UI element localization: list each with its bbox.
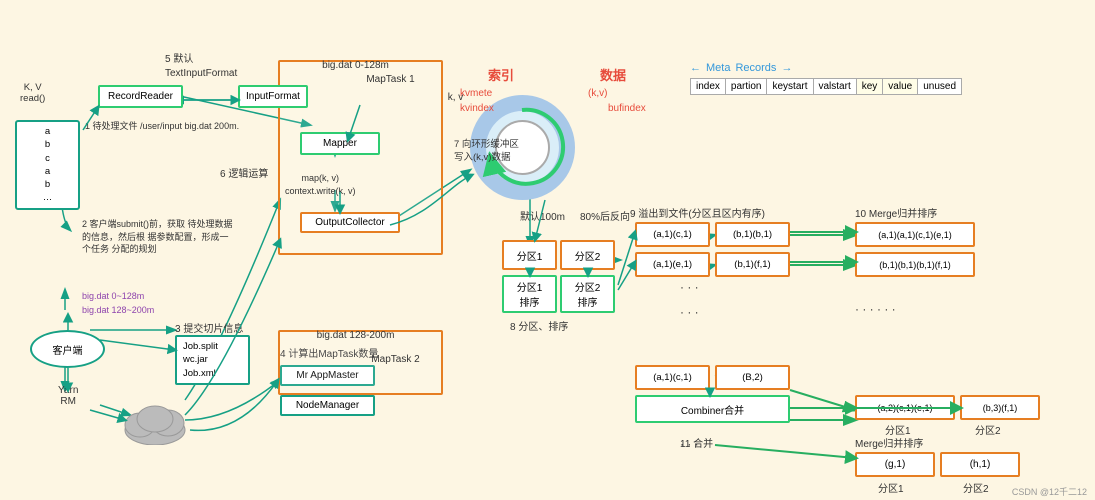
merge-res1-label: (a,1)(a,1)(c,1)(e,1) (878, 230, 952, 240)
res-a1e1-label: (a,1)(e,1) (653, 259, 692, 270)
job-files-label: Job.split wc.jar Job.xml (183, 340, 242, 380)
combiner-res1-label: (a,2)(c,1)(e,1) (877, 403, 932, 413)
res-a1c1-label: (a,1)(c,1) (653, 229, 692, 240)
data-main-label: 数据 (600, 65, 626, 84)
step5-label: 5 默认 TextInputFormat (165, 53, 237, 81)
big-dat-label1: big.dat 0-128m (281, 60, 430, 71)
combiner-label: Combiner合并 (681, 402, 744, 417)
file-splits-label: big.dat 0~128m big.dat 128~200m (82, 290, 154, 317)
yarn-rm-label: Yarn RM (58, 385, 78, 407)
partition1-label: 分区1 (517, 248, 543, 263)
unused-col: unused (918, 79, 962, 95)
value-col: value (883, 79, 918, 95)
map-kv-label: map(k, v) context.write(k, v) (285, 172, 356, 197)
output-collector-label: OutputCollector (307, 217, 393, 228)
combiner-B2-label: (B,2) (742, 372, 763, 383)
kvindex-label: kvindex (460, 103, 494, 114)
mapper-label: Mapper (308, 138, 372, 149)
kv-read-label: K, V read() (20, 82, 45, 104)
step8-label: 8 分区、排序 (510, 318, 568, 333)
partition1-box: 分区1 (502, 240, 557, 270)
client-submit-label: 2 客户端submit()前，获取 待处理数据的信息，然后根 据参数配置，形成一… (82, 218, 237, 256)
partition1-sort-label: 分区1 排序 (517, 279, 543, 309)
merge-res2-label: (b,1)(b,1)(b,1)(f,1) (879, 260, 951, 270)
res-b1f1-box: (b,1)(f,1) (715, 252, 790, 277)
recordreader-label: RecordReader (106, 91, 175, 102)
final-partition1-label: 分区1 (878, 480, 904, 495)
bufindex-label: bufindex (608, 103, 646, 114)
big-dat-label2: big.dat 128-200m (281, 330, 430, 341)
merge-res2-box: (b,1)(b,1)(b,1)(f,1) (855, 252, 975, 277)
diagram-container: abcab… 1 待处理文件 /user/input big.dat 200m.… (0, 0, 1095, 500)
maptask2-outer-box: big.dat 128-200m MapTask 2 (278, 330, 443, 395)
dots1: · · · (680, 280, 699, 294)
step3-label: 3 提交切片信息 (175, 320, 243, 335)
step7-label: 7 向环形缓冲区 写入(k,v)数据 (454, 138, 519, 165)
job-files-box: Job.split wc.jar Job.xml (175, 335, 250, 385)
dots2: · · · (680, 305, 699, 319)
combiner-B2-box: (B,2) (715, 365, 790, 390)
footer: CSDN @12千二12 (1012, 485, 1087, 498)
combiner-box: Combiner合并 (635, 395, 790, 423)
final-g1-box: (g,1) (855, 452, 935, 477)
index-label: 索引 (488, 65, 514, 84)
partition2-label: 分区2 (575, 248, 601, 263)
partition2-sort-box: 分区2 排序 (560, 275, 615, 313)
kv-data-label: (k,v) (588, 88, 607, 99)
meta-records-header: ← Meta Records → (690, 62, 792, 74)
res-a1e1-box: (a,1)(e,1) (635, 252, 710, 277)
final-h1-box: (h,1) (940, 452, 1020, 477)
step10-label: 10 Merge归并排序 (855, 205, 937, 220)
final-g1-label: (g,1) (885, 459, 906, 470)
records-label: Records (735, 62, 776, 74)
res-b1b1-label: (b,1)(b,1) (733, 229, 772, 240)
default100m-label: 默认100m (520, 208, 565, 223)
kvmete-label: kvmete (460, 88, 492, 99)
inputformat-label: InputFormat (246, 91, 300, 102)
file-cylinder: abcab… (15, 120, 80, 210)
combiner-res1-box: (a,2)(c,1)(e,1) (855, 395, 955, 420)
nodemanager-box: NodeManager (280, 395, 375, 416)
mapper-box: Mapper (300, 132, 380, 155)
output-collector-box: OutputCollector (300, 212, 400, 233)
step9-label: 9 溢出到文件(分区且区内有序) (630, 205, 765, 220)
percent80-label: 80%后反向 (580, 208, 630, 223)
nodemanager-label: NodeManager (287, 400, 368, 411)
key-col: key (856, 79, 883, 95)
index-col: index (691, 79, 726, 95)
combiner-a1c1-label: (a,1)(c,1) (653, 372, 692, 383)
partition1-sort-box: 分区1 排序 (502, 275, 557, 313)
partition2-label2: 分区2 (975, 422, 1001, 437)
cloud-shape (120, 395, 190, 445)
inputformat-box: InputFormat (238, 85, 308, 108)
res-b1f1-label: (b,1)(f,1) (734, 259, 770, 270)
res-b1b1-box: (b,1)(b,1) (715, 222, 790, 247)
client-oval: 客户端 (30, 330, 105, 368)
combiner-a1c1-box: (a,1)(c,1) (635, 365, 710, 390)
valstart-col: valstart (813, 79, 856, 95)
partition2-sort-label: 分区2 排序 (575, 279, 601, 309)
keystart-col: keystart (767, 79, 813, 95)
partition2-box: 分区2 (560, 240, 615, 270)
combiner-res2-label: (b,3)(f,1) (983, 403, 1018, 413)
final-h1-label: (h,1) (970, 459, 991, 470)
recordreader-box: RecordReader (98, 85, 183, 108)
maptask1-label: MapTask 1 (316, 74, 465, 85)
merge-sort-label: Merge归并排序 (855, 435, 923, 450)
maptask2-label: MapTask 2 (321, 354, 470, 365)
file-label: 1 待处理文件 /user/input big.dat 200m. (85, 120, 239, 133)
partion-col: partion (725, 79, 767, 95)
combiner-res2-box: (b,3)(f,1) (960, 395, 1040, 420)
final-partition2-label: 分区2 (963, 480, 989, 495)
res-a1c1-box: (a,1)(c,1) (635, 222, 710, 247)
meta-records-table: index partion keystart valstart key valu… (690, 78, 962, 95)
dots4: · · · · · · (855, 302, 896, 316)
meta-label: Meta (706, 62, 730, 74)
step6-label: 6 逻辑运算 (220, 165, 268, 180)
merge-res1-box: (a,1)(a,1)(c,1)(e,1) (855, 222, 975, 247)
dots3: · · · (680, 437, 699, 451)
